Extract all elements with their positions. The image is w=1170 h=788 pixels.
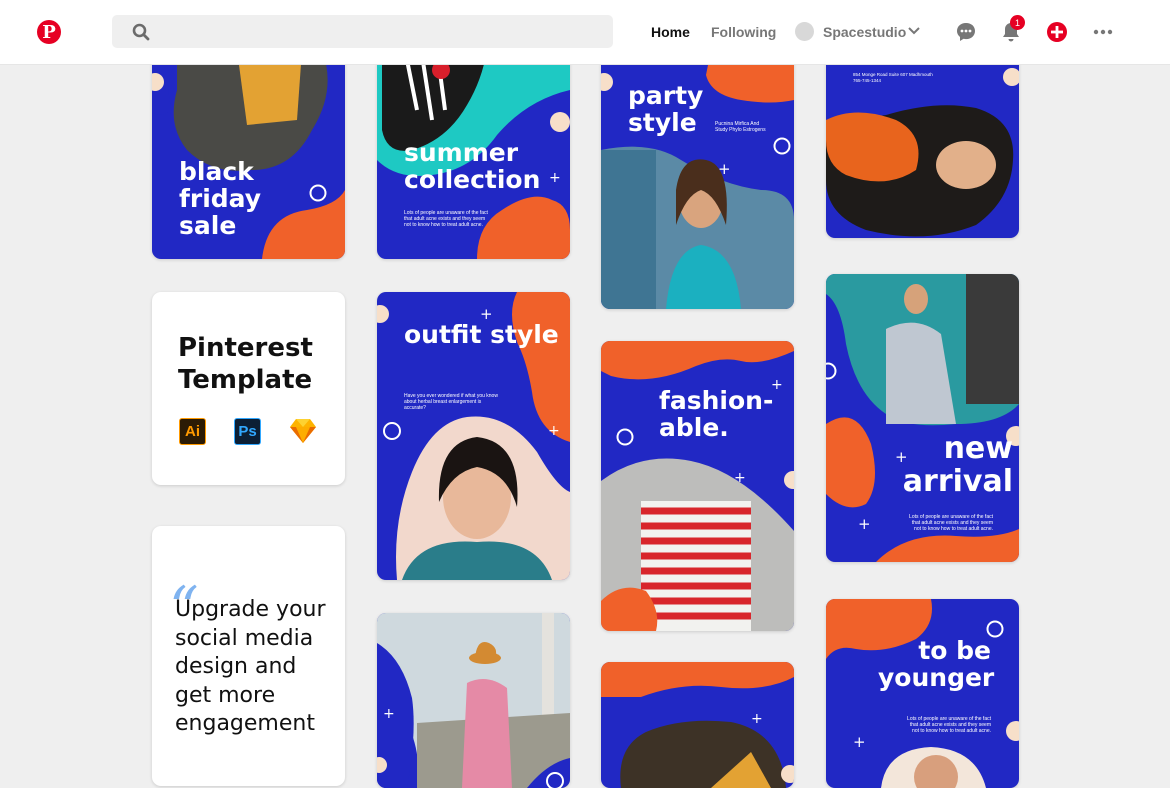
pin-caption: Lots of people are unaware of the fact t…	[907, 716, 991, 734]
pin-headline: to be younger	[878, 636, 995, 692]
add-pin-icon[interactable]	[1046, 21, 1068, 43]
pin-portrait-curly-hair[interactable]: +	[601, 662, 794, 788]
messages-icon[interactable]	[955, 21, 977, 43]
notification-badge: 1	[1010, 15, 1025, 30]
search-bar[interactable]	[112, 15, 613, 48]
pin-artwork: + +	[601, 341, 794, 631]
nav-following[interactable]: Following	[711, 24, 776, 40]
svg-text:+: +	[383, 706, 395, 722]
profile-name[interactable]: Spacestudio	[823, 24, 906, 40]
pin-caption: Lots of people are unaware of the fact t…	[404, 210, 488, 228]
nav-home[interactable]: Home	[651, 24, 690, 40]
pin-headline: summer collection	[404, 138, 541, 194]
top-bar: P Home Following Spacestudio 1	[0, 0, 1170, 65]
chevron-down-icon[interactable]	[907, 24, 921, 38]
illustrator-icon: Ai	[179, 418, 206, 445]
photoshop-icon: Ps	[234, 418, 261, 445]
svg-text:+: +	[853, 733, 866, 751]
pin-fashionable[interactable]: + + fashion-able.	[601, 341, 794, 631]
pin-to-be-younger[interactable]: + to be younger Lots of people are unawa…	[826, 599, 1019, 788]
pin-address: 854 Monge Road Suite 607 Madhmouth 765-7…	[853, 72, 933, 83]
pinterest-logo-icon[interactable]: P	[37, 20, 61, 44]
pin-summer-collection[interactable]: + summer collection Lots of people are u…	[377, 50, 570, 259]
pin-outfit-style[interactable]: + + outfit style Have you ever wondered …	[377, 292, 570, 580]
pin-headline: new arrival	[902, 431, 1013, 499]
template-title: Pinterest Template	[178, 333, 313, 395]
pin-artwork: +	[826, 599, 1019, 788]
svg-text:+: +	[858, 515, 871, 533]
pin-reclining-woman[interactable]: 854 Monge Road Suite 607 Madhmouth 765-7…	[826, 50, 1019, 238]
quote-text: Upgrade your social media design and get…	[175, 597, 326, 737]
pin-quote-card[interactable]: “ Upgrade your social media design and g…	[152, 526, 345, 786]
pin-woman-in-pink[interactable]: +	[377, 613, 570, 788]
pin-caption: Have you ever wondered if what you know …	[404, 393, 498, 411]
pin-headline: black friday sale	[179, 157, 262, 240]
pin-black-friday-sale[interactable]: black friday sale	[152, 50, 345, 259]
avatar[interactable]	[795, 22, 814, 41]
pin-party-style[interactable]: + party style Pucnina Mirfica And Study …	[601, 50, 794, 309]
pin-headline: fashion-able.	[659, 386, 774, 442]
pin-artwork: +	[601, 662, 794, 788]
pin-caption: Lots of people are unaware of the fact t…	[909, 514, 993, 532]
pin-new-arrival[interactable]: + + new arrival Lots of people are unawa…	[826, 274, 1019, 562]
more-options-icon[interactable]	[1092, 21, 1114, 43]
pin-template-card[interactable]: Pinterest Template Ai Ps	[152, 292, 345, 485]
sketch-icon	[290, 419, 316, 443]
pin-headline: outfit style	[404, 320, 559, 349]
pin-artwork: +	[377, 613, 570, 788]
pin-caption: Pucnina Mirfica And Study Phylo Estrogen…	[715, 121, 766, 133]
svg-text:+: +	[548, 423, 560, 439]
search-icon	[132, 23, 150, 41]
svg-text:+: +	[751, 711, 763, 727]
